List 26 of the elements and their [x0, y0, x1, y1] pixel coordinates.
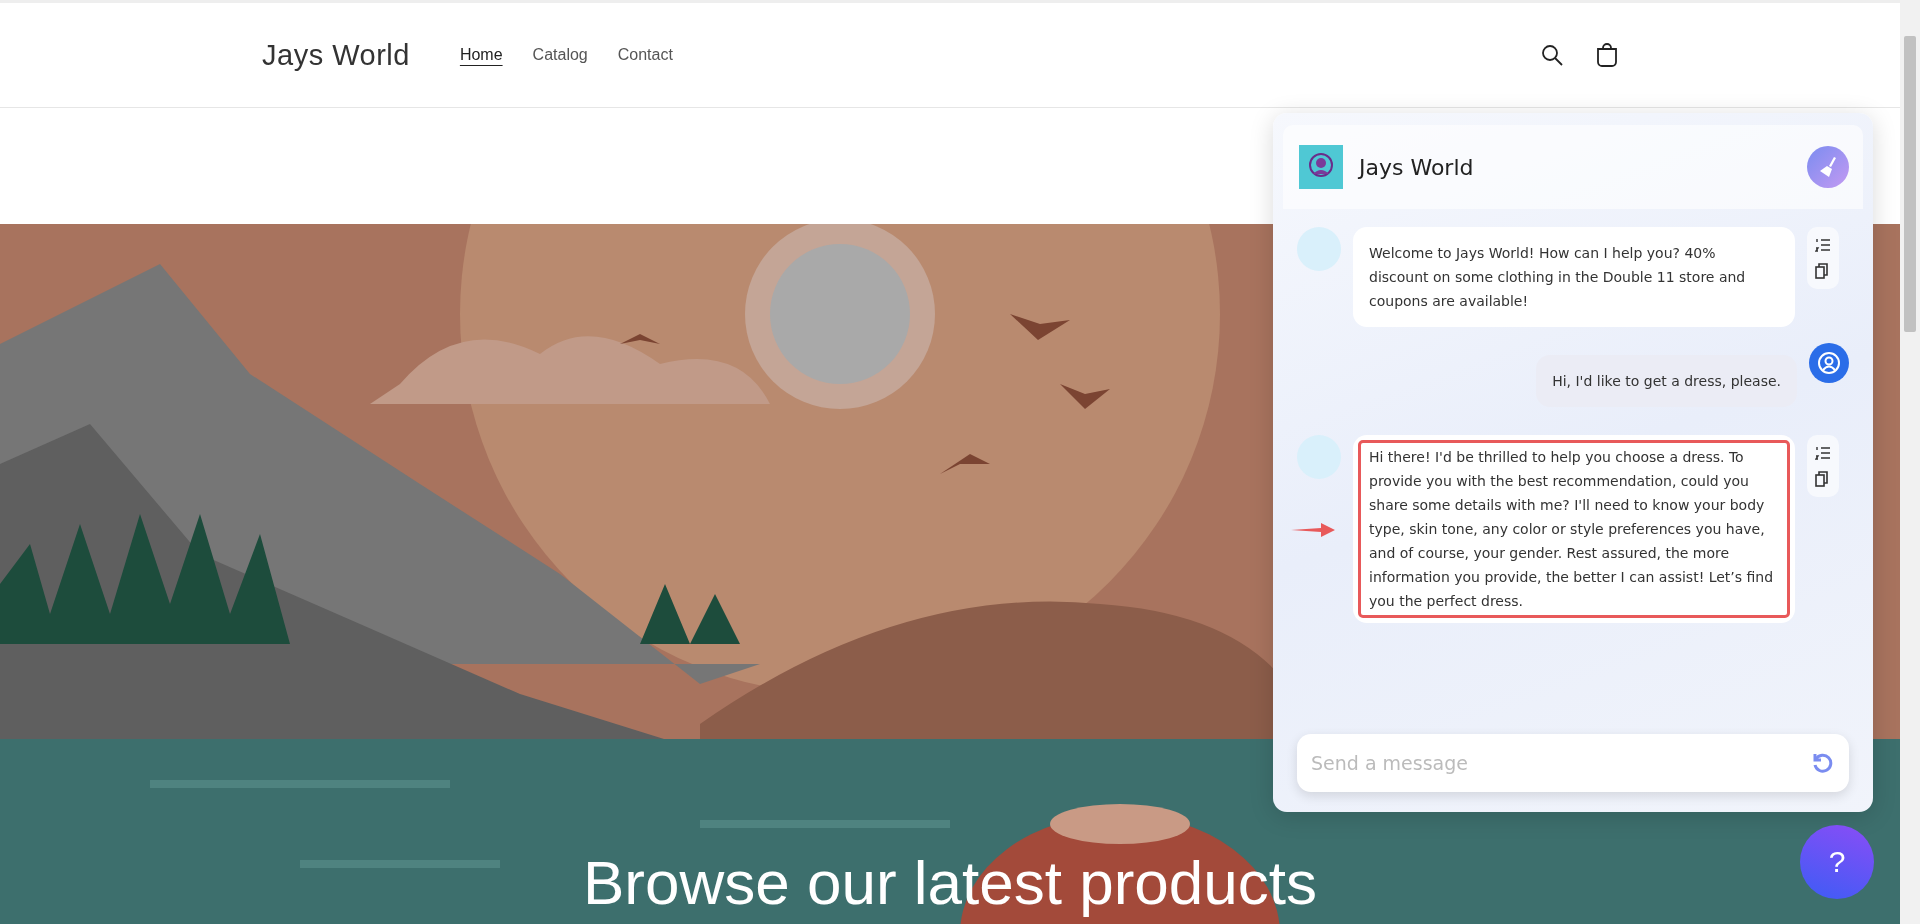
- bot-avatar: [1297, 227, 1341, 271]
- user-message: Hi, I'd like to get a dress, please.: [1536, 355, 1797, 407]
- list-button[interactable]: [1815, 237, 1831, 253]
- nav-link[interactable]: Catalog: [532, 46, 588, 64]
- hero-headline: Browse our latest products: [583, 847, 1317, 918]
- list-icon: [1815, 237, 1831, 253]
- search-icon[interactable]: [1540, 43, 1564, 67]
- copy-icon: [1815, 263, 1829, 279]
- message-text: Welcome to Jays World! How can I help you? 40% discount on some clothing in the Double 11 store and coupons are available!: [1369, 245, 1746, 309]
- nav-link[interactable]: Home: [459, 46, 503, 64]
- list-button[interactable]: [1815, 445, 1831, 461]
- store-name[interactable]: Jays World: [262, 38, 410, 72]
- shop-logo-icon: [1299, 145, 1343, 189]
- copy-button[interactable]: [1815, 471, 1831, 487]
- cart-icon[interactable]: [1594, 42, 1620, 68]
- user-avatar-icon: [1809, 343, 1849, 383]
- chat-title: Jays World: [1359, 154, 1475, 180]
- nav-link[interactable]: Contact: [617, 46, 673, 64]
- refresh-icon[interactable]: [1811, 751, 1835, 775]
- message-text: Hi there! I'd be thrilled to help you choose a dress. To provide you with the best recommendation, could you share some details with me? I'll need to know your body type, skin tone, any color or style preferences you have, and of course, your gender. Rest assured, the more information you provide, the better I can assist! Let’s find you the perfect dress.: [1369, 449, 1774, 609]
- broom-icon[interactable]: [1807, 146, 1849, 188]
- message-input[interactable]: Send a message: [1297, 734, 1849, 792]
- list-icon: [1815, 445, 1831, 461]
- copy-icon: [1815, 471, 1829, 487]
- copy-button[interactable]: [1815, 263, 1831, 279]
- scrollbar[interactable]: [1900, 0, 1920, 924]
